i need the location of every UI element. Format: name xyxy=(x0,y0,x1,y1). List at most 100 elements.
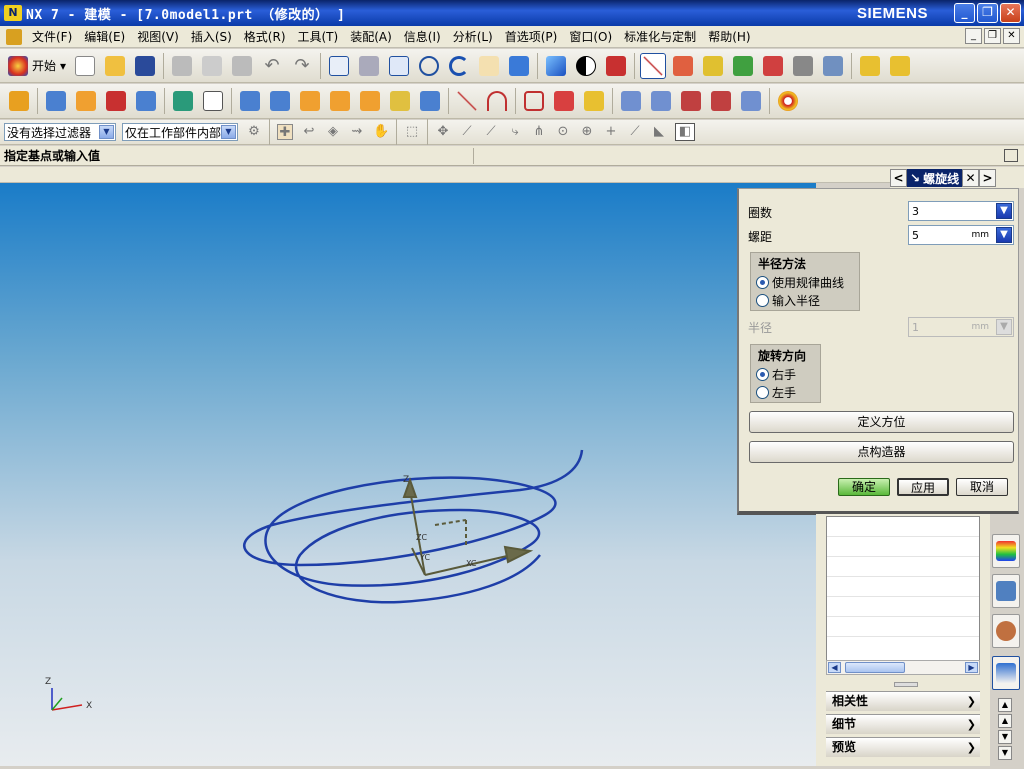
radio-input-radius[interactable]: 输入半径 xyxy=(756,292,820,309)
back-button[interactable]: < xyxy=(890,169,907,187)
drag-icon[interactable]: ✋ xyxy=(373,124,389,140)
studio-surface-button[interactable] xyxy=(678,88,704,114)
end-point-icon[interactable]: ⟋ xyxy=(459,124,475,140)
scroll-up-icon[interactable]: ▲ xyxy=(998,698,1012,712)
section-dependencies[interactable]: 相关性 ❯ xyxy=(826,691,980,711)
snap-settings-icon[interactable]: ◧ xyxy=(675,123,695,141)
menu-format[interactable]: 格式(R) xyxy=(238,28,292,45)
scroll-thumb[interactable] xyxy=(845,662,905,673)
doc-minimize-button[interactable]: _ xyxy=(965,28,982,44)
turns-input[interactable]: 3 ▼ xyxy=(908,201,1014,221)
swept-surface-button[interactable] xyxy=(708,88,734,114)
spline-button[interactable] xyxy=(551,88,577,114)
menu-insert[interactable]: 插入(S) xyxy=(185,28,238,45)
scroll-right-icon[interactable]: ▶ xyxy=(965,662,978,673)
menu-help[interactable]: 帮助(H) xyxy=(702,28,756,45)
wcs-dynamic-button[interactable] xyxy=(760,53,786,79)
analysis-button[interactable] xyxy=(775,88,801,114)
dialog-close-button[interactable]: ✕ xyxy=(962,169,980,187)
intersection-icon[interactable]: ⋔ xyxy=(531,124,547,140)
dialog-title-bar[interactable]: ↘ 螺旋线 xyxy=(907,169,963,187)
arc-button[interactable] xyxy=(484,88,510,114)
mid-point-icon[interactable]: ⟋ xyxy=(483,124,499,140)
basic-curves-button[interactable] xyxy=(521,88,547,114)
close-button[interactable]: ✕ xyxy=(1000,3,1021,23)
chamfer-button[interactable] xyxy=(357,88,383,114)
angle-button[interactable] xyxy=(887,53,913,79)
zoom-button[interactable] xyxy=(386,53,412,79)
menu-tools[interactable]: 工具(T) xyxy=(292,28,345,45)
helix-curve[interactable] xyxy=(243,449,584,604)
restore-button[interactable]: ❐ xyxy=(977,3,998,23)
menu-standardization[interactable]: 标准化与定制 xyxy=(618,28,702,45)
pitch-input[interactable]: 5 mm ▼ xyxy=(908,225,1014,245)
pan-button[interactable] xyxy=(476,53,502,79)
save-button[interactable] xyxy=(132,53,158,79)
new-button[interactable] xyxy=(72,53,98,79)
ok-button[interactable]: 确定 xyxy=(838,478,890,496)
menu-assembly[interactable]: 装配(A) xyxy=(344,28,398,45)
revolve-button[interactable] xyxy=(73,88,99,114)
apply-button[interactable]: 应用 xyxy=(897,478,949,496)
cancel-button[interactable]: 取消 xyxy=(956,478,1008,496)
assembly-icon[interactable]: ⚙ xyxy=(246,124,262,140)
resource-tab-palette[interactable] xyxy=(992,534,1020,568)
arc-center-icon[interactable]: ⊙ xyxy=(555,124,571,140)
tube-button[interactable] xyxy=(133,88,159,114)
minimize-button[interactable]: _ xyxy=(954,3,975,23)
thicken-button[interactable] xyxy=(417,88,443,114)
undo-button[interactable]: ↶ xyxy=(259,53,285,79)
paste-button[interactable] xyxy=(229,53,255,79)
scroll-left-icon[interactable]: ◀ xyxy=(828,662,841,673)
move-icon[interactable]: ⇝ xyxy=(349,124,365,140)
wcs-origin-button[interactable] xyxy=(670,53,696,79)
point-on-curve-icon[interactable]: ⟋ xyxy=(627,124,643,140)
model-view-svg[interactable]: Z ZC YC XC Z X xyxy=(0,183,816,766)
zoom-window-button[interactable] xyxy=(356,53,382,79)
datum-point-button[interactable] xyxy=(170,88,196,114)
existing-point-icon[interactable]: + xyxy=(603,124,619,140)
start-button[interactable]: 开始 ▾ xyxy=(4,55,70,76)
section-details[interactable]: 细节 ❯ xyxy=(826,714,980,734)
curve-operation-button[interactable] xyxy=(581,88,607,114)
scroll-down-icon[interactable]: ▼ xyxy=(998,730,1012,744)
datum-plane-button[interactable] xyxy=(200,88,226,114)
menu-view[interactable]: 视图(V) xyxy=(131,28,185,45)
scroll-down-icon[interactable]: ▼ xyxy=(998,746,1012,760)
sweep-button[interactable] xyxy=(103,88,129,114)
line-button[interactable] xyxy=(454,88,480,114)
render-style-button[interactable] xyxy=(543,53,569,79)
shell-button[interactable] xyxy=(387,88,413,114)
scope-filter-select[interactable]: 仅在工作部件内部 ▼ xyxy=(122,123,238,141)
wcs-orient-button[interactable] xyxy=(730,53,756,79)
radio-left-hand[interactable]: 左手 xyxy=(756,384,796,401)
rubber-band-icon[interactable]: ◈ xyxy=(325,124,341,140)
rectangle-select-icon[interactable]: ⬚ xyxy=(404,124,420,140)
rotate-button[interactable] xyxy=(446,53,472,79)
wcs-button[interactable] xyxy=(640,52,667,79)
cylinder-button[interactable] xyxy=(267,88,293,114)
quadrant-icon[interactable]: ⊕ xyxy=(579,124,595,140)
graphics-window[interactable]: Z ZC YC XC Z X xyxy=(0,183,816,766)
radio-right-hand[interactable]: 右手 xyxy=(756,366,796,383)
distance-button[interactable] xyxy=(857,53,883,79)
offset-surface-button[interactable] xyxy=(738,88,764,114)
selection-button[interactable] xyxy=(790,53,816,79)
wcs-rotate-button[interactable] xyxy=(700,53,726,79)
perspective-button[interactable] xyxy=(506,53,532,79)
scroll-up-icon[interactable]: ▲ xyxy=(998,714,1012,728)
doc-restore-button[interactable]: ❐ xyxy=(984,28,1001,44)
chevron-down-icon[interactable]: ▼ xyxy=(996,203,1012,219)
redo-button[interactable]: ↷ xyxy=(289,53,315,79)
arrow-left-icon[interactable]: ↩ xyxy=(301,124,317,140)
status-icon[interactable] xyxy=(1004,149,1018,162)
unite-button[interactable] xyxy=(297,88,323,114)
nx-app-icon[interactable]: N xyxy=(4,5,22,21)
fit-button[interactable] xyxy=(326,53,352,79)
snap-point-icon[interactable]: ✚ xyxy=(277,124,293,140)
horizontal-scrollbar[interactable]: ◀ ▶ xyxy=(826,660,980,675)
forward-button[interactable]: > xyxy=(979,169,997,187)
menu-window[interactable]: 窗口(O) xyxy=(563,28,618,45)
inferred-point-icon[interactable]: ✥ xyxy=(435,124,451,140)
resource-list[interactable] xyxy=(826,516,980,674)
